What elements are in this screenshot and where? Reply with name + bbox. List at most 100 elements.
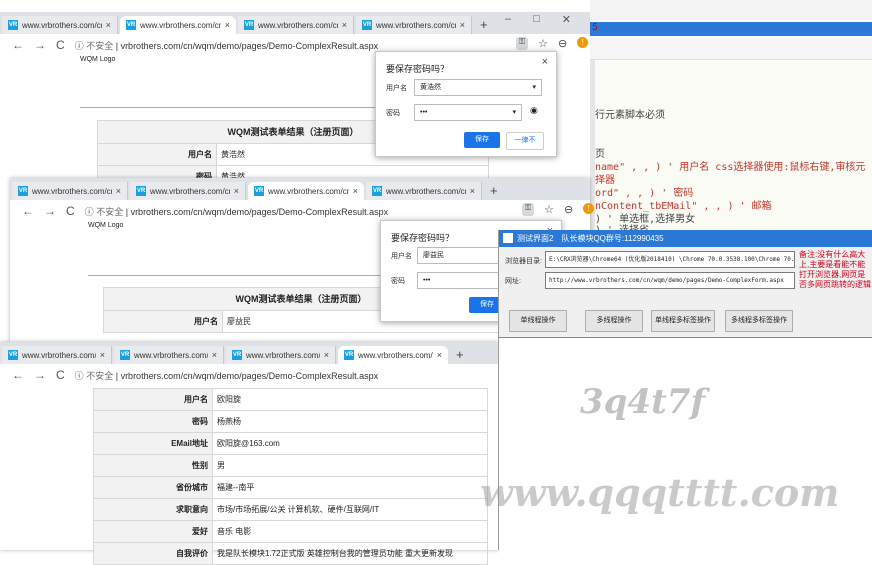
vr-favicon-icon: VR: [8, 350, 18, 360]
vr-favicon-icon: VR: [120, 350, 130, 360]
mid-address-bar: ← → C ⓘ 不安全 | vrbrothers.com/cn/wqm/demo…: [10, 200, 590, 222]
back-icon[interactable]: ←: [12, 368, 24, 382]
url-field[interactable]: ⓘ 不安全 | vrbrothers.com/cn/wqm/demo/pages…: [75, 39, 379, 52]
single-thread-button[interactable]: 单线程操作: [509, 310, 567, 332]
info-icon: ⓘ: [84, 206, 94, 217]
tab-close-icon[interactable]: ×: [460, 20, 465, 30]
vr-favicon-icon: VR: [372, 186, 382, 196]
reload-icon[interactable]: C: [56, 38, 65, 52]
bg-logo: WQM Logo: [80, 56, 116, 63]
account-icon[interactable]: ⊖: [564, 203, 573, 216]
reload-icon[interactable]: C: [56, 368, 65, 382]
dropdown-arrow-icon[interactable]: ▾: [532, 80, 536, 95]
info-icon: ⓘ: [74, 40, 84, 51]
account-icon[interactable]: ⊖: [558, 37, 567, 50]
new-tab-button[interactable]: +: [480, 17, 488, 34]
password-field[interactable]: ••• ▾: [414, 104, 522, 121]
url-field[interactable]: ⓘ 不安全 | vrbrothers.com/cn/wqm/demo/pages…: [85, 205, 389, 218]
single-thread-multitab-button[interactable]: 单线程多标签操作: [651, 310, 715, 332]
mid-tab-4[interactable]: VR www.vrbrothers.com/cn/×: [366, 182, 482, 200]
key-icon[interactable]: ⚿: [516, 37, 529, 50]
password-label: 密码: [386, 110, 400, 117]
forward-icon[interactable]: →: [34, 368, 46, 382]
vr-favicon-icon: VR: [244, 20, 254, 30]
new-tab-button[interactable]: +: [490, 183, 498, 200]
front-result-table: 用户名 欧阳旋 密码 杨燕杨 EMail地址 欧阳旋@163.com 性别男 省份城市…: [93, 388, 488, 565]
mid-logo: WQM Logo: [88, 222, 124, 229]
editor-toolbar: [590, 37, 872, 60]
mid-tab-3[interactable]: VR www.vrbrothers.com/cn/×: [248, 182, 364, 200]
bg-tab-3[interactable]: VR www.vrbrothers.com/cn/×: [238, 16, 354, 34]
bg-tab-2[interactable]: VR www.vrbrothers.com/cn/×: [120, 16, 236, 34]
new-tab-button[interactable]: +: [456, 347, 464, 364]
vr-favicon-icon: VR: [254, 186, 264, 196]
editor-title-bar: [590, 22, 872, 36]
tab-close-icon[interactable]: ×: [353, 186, 358, 196]
forward-icon[interactable]: →: [44, 204, 56, 218]
password-label: 密码: [391, 278, 405, 285]
mid-tab-strip: VR www.vrbrothers.com/cn/× VR www.vrbrothe…: [10, 178, 590, 200]
star-icon[interactable]: ☆: [538, 37, 548, 50]
tab-close-icon[interactable]: ×: [212, 350, 217, 360]
table-row: 自我评价 我是队长模块1.72正式版 英雄控制台我的管理员功能 重大更新发现: [93, 542, 488, 565]
star-icon[interactable]: ☆: [544, 203, 554, 216]
username-field[interactable]: 黄浩然 ▾: [414, 79, 542, 96]
front-tab-4[interactable]: VRwww.vrbrothers.com/cn/×: [338, 346, 448, 364]
multi-thread-multitab-button[interactable]: 多线程多标签操作: [725, 310, 793, 332]
front-tab-2[interactable]: VRwww.vrbrothers.com/cn/×: [114, 346, 224, 364]
browser-dir-field[interactable]: E:\CRX浏览器\Chrome64 (优化版2018410) \Chrome …: [545, 251, 795, 268]
editor-top-char: 5: [592, 22, 599, 33]
bg-window-controls: – □ ✕: [505, 13, 571, 26]
reload-icon[interactable]: C: [66, 204, 75, 218]
code-line-1: 行元素脚本必须: [595, 110, 665, 121]
alert-icon[interactable]: !: [577, 37, 589, 48]
bg-save-password-dialog: 要保存密码吗？ × 用户名 黄浩然 ▾ 密码 ••• ▾ ◉ 保存 一律不: [375, 51, 557, 157]
tab-close-icon[interactable]: ×: [234, 186, 239, 196]
tab-close-icon[interactable]: ×: [100, 350, 105, 360]
tab-close-icon[interactable]: ×: [324, 350, 329, 360]
eye-icon[interactable]: ◉: [530, 105, 538, 116]
tab-close-icon[interactable]: ×: [116, 186, 121, 196]
tab-close-icon[interactable]: ×: [437, 350, 442, 360]
tab-close-icon[interactable]: ×: [470, 186, 475, 196]
multi-thread-button[interactable]: 多线程操作: [585, 310, 643, 332]
watermark-bottom: www.qqqtttt.com: [480, 470, 840, 515]
vr-favicon-icon: VR: [232, 350, 242, 360]
maximize-icon[interactable]: □: [533, 13, 540, 26]
front-tab-1[interactable]: VRwww.vrbrothers.com/cn/×: [2, 346, 112, 364]
target-url-field[interactable]: http://www.vrbrothers.com/cn/wqm/demo/pa…: [545, 272, 795, 289]
table-row: 密码 杨燕杨: [93, 410, 488, 433]
note-text: 备注:没有什么高大上,主要是看能不能打开浏览器,网页是否多网页跳转的逻辑: [799, 250, 871, 289]
back-icon[interactable]: ←: [12, 38, 24, 52]
close-window-icon[interactable]: ✕: [562, 13, 571, 26]
bg-tab-4[interactable]: VR www.vrbrothers.com/cn/×: [356, 16, 472, 34]
table-row: 用户名 欧阳旋: [93, 388, 488, 411]
url-field[interactable]: ⓘ 不安全 | vrbrothers.com/cn/wqm/demo/pages…: [75, 369, 379, 382]
table-row: 爱好 音乐 电影: [93, 520, 488, 543]
table-row: 求职意向 市场/市场拓展/公关 计算机软、硬件/互联网/IT: [93, 498, 488, 521]
mid-tab-2[interactable]: VR www.vrbrothers.com/cn/×: [130, 182, 246, 200]
mid-tab-1[interactable]: VR www.vrbrothers.com/cn/×: [12, 182, 128, 200]
tab-close-icon[interactable]: ×: [106, 20, 111, 30]
tab-close-icon[interactable]: ×: [225, 20, 230, 30]
vr-favicon-icon: VR: [126, 20, 136, 30]
info-icon: ⓘ: [74, 370, 84, 381]
alert-icon[interactable]: !: [583, 203, 595, 214]
bg-tab-strip: VR www.vrbrothers.com/cn/× VR www.vrbrothe…: [0, 12, 590, 34]
save-button[interactable]: 保存: [464, 132, 500, 148]
tab-close-icon[interactable]: ×: [342, 20, 347, 30]
forward-icon[interactable]: →: [34, 38, 46, 52]
dropdown-arrow-icon[interactable]: ▾: [512, 105, 516, 120]
never-button[interactable]: 一律不: [506, 132, 544, 150]
table-row: 性别男: [93, 454, 488, 477]
watermark-top: 3q4t7f: [580, 382, 706, 422]
back-icon[interactable]: ←: [22, 204, 34, 218]
table-row: 省份城市 福建--南平: [93, 476, 488, 499]
front-tab-3[interactable]: VRwww.vrbrothers.com/cn/×: [226, 346, 336, 364]
bg-tab-1[interactable]: VR www.vrbrothers.com/cn/×: [2, 16, 118, 34]
minimize-icon[interactable]: –: [505, 13, 511, 26]
dialog-close-icon[interactable]: ×: [542, 56, 548, 68]
front-address-bar: ← → C ⓘ 不安全 | vrbrothers.com/cn/wqm/demo…: [0, 364, 498, 386]
editor-top-bar: [590, 0, 872, 20]
key-icon[interactable]: ⚿: [522, 203, 535, 216]
